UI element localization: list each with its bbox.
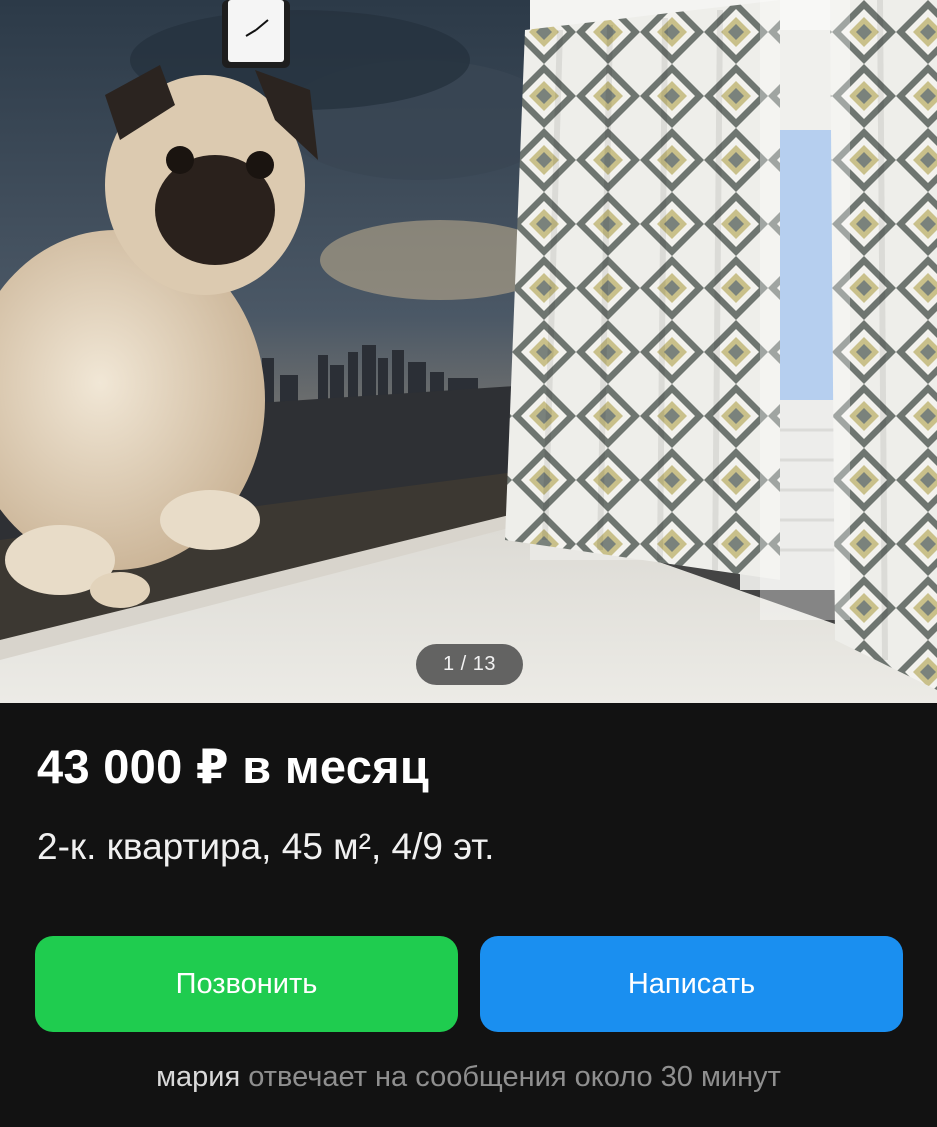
call-button[interactable]: Позвонить xyxy=(35,936,458,1032)
listing-subtitle: 2-к. квартира, 45 м², 4/9 эт. xyxy=(37,826,495,867)
listing-price: 43 000 ₽ в месяц xyxy=(37,740,430,793)
seller-name: мария xyxy=(156,1061,241,1093)
listing-screen: 1 / 13 43 000 ₽ в месяц 2-к. квартира, 4… xyxy=(0,0,937,1127)
listing-photo xyxy=(0,0,937,703)
photo-counter: 1 / 13 xyxy=(416,644,523,685)
photo-gallery[interactable]: 1 / 13 xyxy=(0,0,937,703)
seller-response-note: отвечает на сообщения около 30 минут xyxy=(248,1061,781,1093)
seller-response-info: мария отвечает на сообщения около 30 мин… xyxy=(0,1061,937,1094)
listing-info: 43 000 ₽ в месяц 2-к. квартира, 45 м², 4… xyxy=(0,703,937,1127)
wall-clock xyxy=(222,0,290,68)
write-message-button[interactable]: Написать xyxy=(480,936,903,1032)
